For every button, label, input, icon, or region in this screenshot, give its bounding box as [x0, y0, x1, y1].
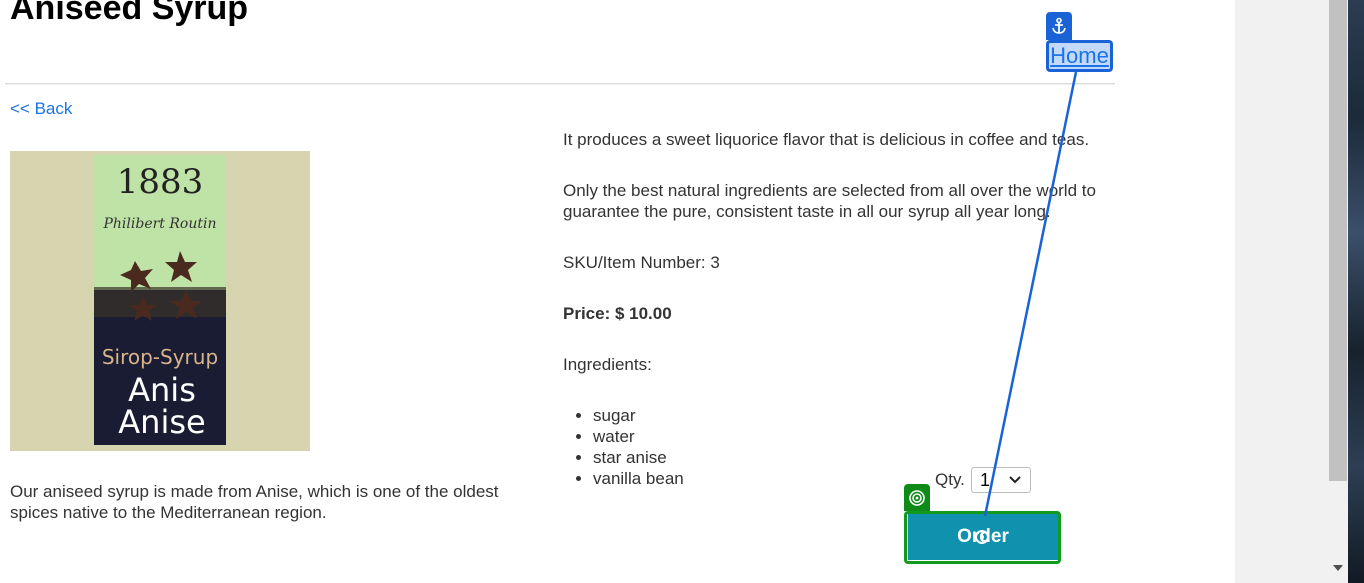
- back-link[interactable]: << Back: [10, 99, 72, 119]
- label-script-text: Philibert Routin: [103, 216, 217, 232]
- list-item: sugar: [593, 405, 1123, 426]
- product-details: It produces a sweet liquorice flavor tha…: [563, 129, 1123, 489]
- caret-down-icon: [1333, 565, 1343, 571]
- title-divider: [5, 83, 1115, 85]
- qty-value: 1: [980, 469, 991, 490]
- list-item: vanilla bean: [593, 468, 1123, 489]
- scroll-down-button[interactable]: [1329, 558, 1347, 578]
- page-title: Aniseed Syrup: [10, 0, 249, 27]
- target-icon: [909, 489, 925, 506]
- anchor-icon: [1052, 17, 1066, 34]
- home-link[interactable]: Home: [1046, 40, 1113, 72]
- product-image: 1883 Philibert Routin Sirop-Syrup Anis A…: [10, 151, 310, 451]
- page-right-gutter: [1235, 0, 1328, 583]
- description-paragraph-2: Only the best natural ingredients are se…: [563, 181, 1096, 221]
- label-name-en-text: Anise: [118, 403, 205, 441]
- scrollbar-thumb[interactable]: [1329, 0, 1347, 481]
- ingredients-list: sugar water star anise vanilla bean: [563, 405, 1123, 489]
- label-brand-text: 1883: [117, 162, 204, 202]
- order-button-highlight: [904, 511, 1061, 564]
- order-annotation-badge: [904, 484, 930, 511]
- list-item: star anise: [593, 447, 1123, 468]
- product-page: Aniseed Syrup << Back 1883 Philibert Rou…: [0, 0, 1235, 583]
- chevron-down-icon: [1009, 476, 1021, 484]
- qty-label: Qty.: [935, 470, 965, 489]
- label-type-text: Sirop-Syrup: [102, 345, 218, 369]
- qty-select[interactable]: 1: [971, 467, 1031, 493]
- aniseed-syrup-photo: 1883 Philibert Routin Sirop-Syrup Anis A…: [10, 151, 310, 451]
- price-line: Price: $ 10.00: [563, 304, 672, 323]
- home-annotation-badge: [1046, 12, 1072, 40]
- desktop-background: [1348, 0, 1364, 583]
- description-paragraph-1: It produces a sweet liquorice flavor tha…: [563, 130, 1090, 149]
- sku-line: SKU/Item Number: 3: [563, 253, 720, 272]
- list-item: water: [593, 426, 1123, 447]
- ingredients-label: Ingredients:: [563, 355, 652, 374]
- short-description: Our aniseed syrup is made from Anise, wh…: [10, 482, 499, 522]
